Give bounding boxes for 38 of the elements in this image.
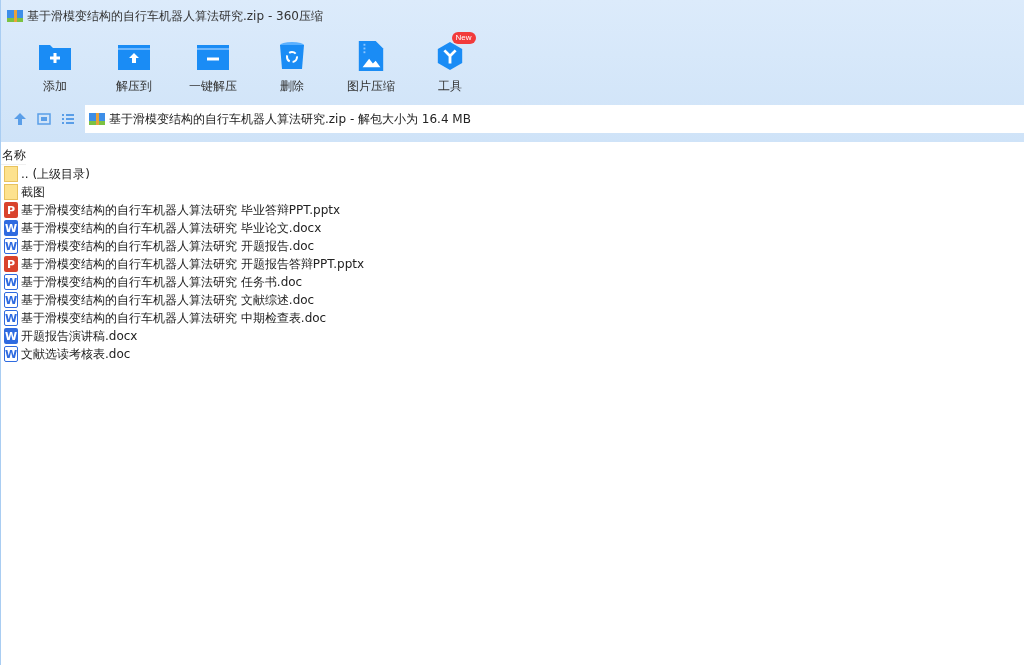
file-name[interactable]: 基于滑模变结构的自行车机器人算法研究 文献综述.doc xyxy=(21,291,315,309)
file-name[interactable]: .. (上级目录) xyxy=(21,165,90,183)
address-text: 基于滑模变结构的自行车机器人算法研究.zip - 解包大小为 16.4 MB xyxy=(109,110,471,128)
word-file-icon: W xyxy=(4,220,18,236)
file-name[interactable]: 文献选读考核表.doc xyxy=(21,345,131,363)
toolbar-button[interactable]: 图片压缩 xyxy=(331,32,410,104)
toolbar-button[interactable]: 删除 xyxy=(252,32,331,104)
word-file-icon: W xyxy=(4,274,18,290)
word-file-icon: W xyxy=(4,310,18,326)
thumbnail-view-icon[interactable] xyxy=(37,112,51,126)
address-field[interactable]: 基于滑模变结构的自行车机器人算法研究.zip - 解包大小为 16.4 MB xyxy=(85,105,1024,133)
toolbar-button[interactable]: 添加 xyxy=(15,32,94,104)
file-name[interactable]: 基于滑模变结构的自行车机器人算法研究 毕业答辩PPT.pptx xyxy=(21,201,341,219)
archive-icon xyxy=(7,8,23,24)
file-name[interactable]: 开题报告演讲稿.docx xyxy=(21,327,138,345)
list-view-icon[interactable] xyxy=(61,112,75,126)
presentation-file-icon: P xyxy=(4,202,18,218)
file-name[interactable]: 基于滑模变结构的自行车机器人算法研究 开题报告答辩PPT.pptx xyxy=(21,255,365,273)
word-file-icon: W xyxy=(4,328,18,344)
toolbar-button[interactable]: 解压到 xyxy=(94,32,173,104)
file-name[interactable]: 基于滑模变结构的自行车机器人算法研究 开题报告.doc xyxy=(21,237,315,255)
toolbar-button[interactable]: 一键解压 xyxy=(173,32,252,104)
presentation-file-icon: P xyxy=(4,256,18,272)
file-name[interactable]: 截图 xyxy=(21,183,45,201)
file-name[interactable]: 基于滑模变结构的自行车机器人算法研究 中期检查表.doc xyxy=(21,309,327,327)
file-name[interactable]: 基于滑模变结构的自行车机器人算法研究 毕业论文.docx xyxy=(21,219,322,237)
word-file-icon: W xyxy=(4,238,18,254)
word-file-icon: W xyxy=(4,292,18,308)
new-badge: New xyxy=(451,32,476,44)
toolbar-button[interactable]: New 工具 xyxy=(410,32,489,104)
word-file-icon: W xyxy=(4,346,18,362)
folder-icon xyxy=(4,184,18,200)
archive-icon xyxy=(89,111,105,127)
column-header[interactable]: 名称 xyxy=(1,146,26,165)
folder-icon xyxy=(4,166,18,182)
up-arrow-icon[interactable] xyxy=(13,112,27,126)
window-title: 基于滑模变结构的自行车机器人算法研究.zip - 360压缩 xyxy=(27,7,323,25)
file-name[interactable]: 基于滑模变结构的自行车机器人算法研究 任务书.doc xyxy=(21,273,303,291)
